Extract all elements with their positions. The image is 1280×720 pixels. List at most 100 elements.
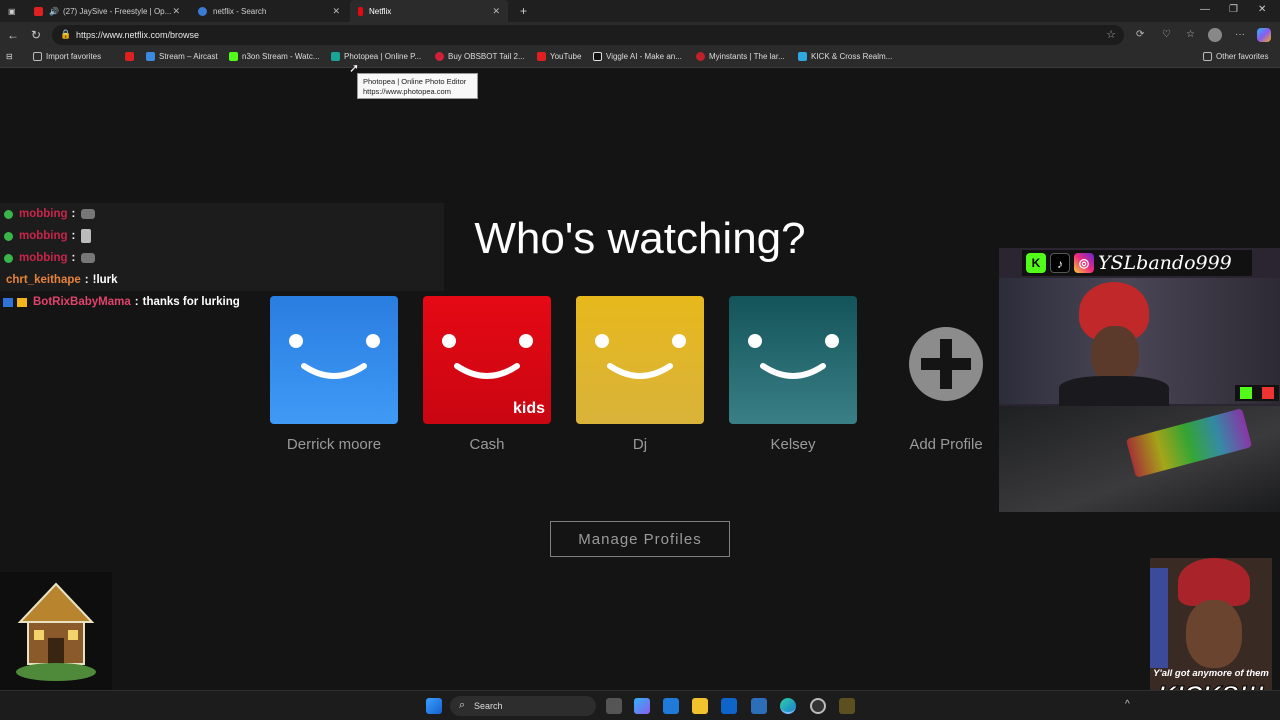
restore-icon[interactable]: ❐ — [1229, 4, 1238, 15]
streamer-name: YSLbando999 — [1098, 252, 1232, 274]
folder-icon — [1203, 52, 1212, 61]
file-explorer-icon[interactable] — [692, 698, 708, 714]
add-profile-tile[interactable] — [882, 296, 1010, 424]
address-bar[interactable]: 🔒 https://www.netflix.com/browse ☆ — [52, 25, 1124, 45]
profile-derrick-moore[interactable]: Derrick moore — [270, 296, 398, 453]
meme-hat-shape — [1178, 558, 1250, 606]
add-profile-button[interactable]: Add Profile — [882, 296, 1010, 453]
profile-avatar[interactable] — [270, 296, 398, 424]
bookmark-import[interactable]: Import favorites — [33, 52, 101, 61]
extension-icon[interactable]: ⟳ — [1136, 29, 1144, 40]
profile-avatar[interactable]: kids — [423, 296, 551, 424]
browser-tab-strip: ▣ 🔊 (27) JaySive - Freestyle | Op... ✕ n… — [0, 0, 1280, 22]
copilot-icon[interactable] — [1257, 28, 1271, 42]
outlook-icon[interactable] — [721, 698, 737, 714]
tab-netflix[interactable]: Netflix ✕ — [350, 0, 508, 22]
url-text[interactable]: https://www.netflix.com/browse — [76, 30, 199, 40]
check-icon — [4, 253, 13, 263]
window-close-icon[interactable]: ✕ — [1258, 4, 1266, 15]
bookmark-menu-icon[interactable]: ⊟ — [6, 52, 13, 61]
person-body-shape — [1059, 376, 1169, 406]
favorite-star-icon[interactable]: ☆ — [1106, 28, 1116, 41]
manage-profiles-button[interactable]: Manage Profiles — [550, 521, 730, 557]
windows-taskbar: ⌕ Search ^ — [0, 690, 1280, 720]
chat-message: mobbing : — [0, 225, 444, 247]
tooltip-url: https://www.photopea.com — [363, 87, 451, 96]
close-icon[interactable]: ✕ — [492, 6, 500, 17]
search-favicon-icon — [198, 6, 207, 16]
chat-separator: : — [71, 208, 76, 220]
bookmark-myinstants[interactable]: Myinstants | The lar... — [696, 52, 785, 61]
taskbar-search[interactable]: ⌕ Search — [450, 696, 596, 716]
sub-badge-icon — [17, 297, 27, 307]
bookmark-aircast[interactable]: Stream – Aircast — [146, 52, 218, 61]
favorites-bar: ⊟ Import favorites Stream – Aircast n3on… — [0, 48, 1280, 68]
chat-message: mobbing : — [0, 203, 444, 225]
webcam-overlay — [999, 248, 1280, 512]
windows-start-icon[interactable] — [426, 698, 442, 714]
profile-cash[interactable]: kids Cash — [423, 296, 551, 453]
profile-name: Cash — [469, 436, 505, 453]
refresh-icon[interactable]: ↻ — [31, 28, 41, 42]
tab-youtube[interactable]: 🔊 (27) JaySive - Freestyle | Op... ✕ — [26, 0, 188, 22]
profile-avatar-icon[interactable] — [1208, 28, 1222, 42]
profile-name: Kelsey — [770, 436, 816, 453]
bookmark-youtube[interactable]: YouTube — [537, 52, 581, 61]
house-logo-icon — [16, 582, 96, 681]
tab-actions-icon[interactable]: ▣ — [0, 0, 24, 22]
browser-essentials-icon[interactable]: ♡ — [1162, 29, 1171, 40]
bookmark-other-favorites[interactable]: Other favorites — [1203, 52, 1268, 61]
tab-label: netflix - Search — [213, 6, 267, 16]
youtube-icon — [537, 52, 546, 61]
chat-username: mobbing — [19, 252, 68, 264]
bookmark-youtube-icon-only[interactable] — [125, 52, 138, 61]
chat-username: mobbing — [19, 208, 68, 220]
bookmark-obsbot[interactable]: Buy OBSBOT Tail 2... — [435, 52, 525, 61]
bookmark-n3on[interactable]: n3on Stream - Watc... — [229, 52, 320, 61]
profile-avatar[interactable] — [729, 296, 857, 424]
obs-icon[interactable] — [810, 698, 826, 714]
kick-icon: K — [1026, 253, 1046, 273]
youtube-icon — [125, 52, 134, 61]
chat-separator: : — [134, 296, 139, 308]
photos-icon[interactable] — [751, 698, 767, 714]
smile-icon — [607, 363, 673, 379]
kick-cross-icon — [798, 52, 807, 61]
address-toolbar: ← ↻ 🔒 https://www.netflix.com/browse ☆ ⟳… — [0, 22, 1280, 48]
meme-caption: Y'all got anymore of them — [1153, 668, 1269, 679]
bookmark-photopea[interactable]: Photopea | Online P... — [331, 52, 421, 61]
app-icon[interactable] — [839, 698, 855, 714]
close-icon[interactable]: ✕ — [172, 6, 180, 17]
chat-separator: : — [71, 252, 76, 264]
back-icon[interactable]: ← — [7, 28, 19, 42]
new-tab-icon[interactable]: + — [512, 0, 535, 22]
profile-kelsey[interactable]: Kelsey — [729, 296, 857, 453]
profile-dj[interactable]: Dj — [576, 296, 704, 453]
edge-icon[interactable] — [780, 698, 796, 714]
kids-badge: kids — [512, 400, 545, 417]
meme-background-shape — [1150, 568, 1168, 668]
profile-avatar[interactable] — [576, 296, 704, 424]
close-icon[interactable]: ✕ — [332, 6, 340, 17]
chevron-up-icon[interactable]: ^ — [1125, 699, 1130, 710]
task-view-icon[interactable] — [606, 698, 622, 714]
kick-icon — [1240, 387, 1252, 399]
store-icon[interactable] — [663, 698, 679, 714]
emote-icon — [81, 253, 96, 263]
bookmark-viggle[interactable]: Viggle AI - Make an... — [593, 52, 682, 61]
chat-separator: : — [84, 274, 89, 286]
plus-icon — [909, 327, 983, 401]
chat-separator: : — [71, 230, 76, 242]
streamer-name-bar: K ♪ ◎ YSLbando999 — [1022, 250, 1252, 276]
favorites-icon[interactable]: ☆ — [1186, 29, 1195, 40]
tab-search[interactable]: netflix - Search ✕ — [190, 0, 348, 22]
chat-username: chrt_keithape — [6, 274, 81, 286]
chat-message: mobbing : — [0, 247, 444, 269]
minimize-icon[interactable]: — — [1200, 4, 1210, 15]
chat-username: mobbing — [19, 230, 68, 242]
bookmark-kick-cross[interactable]: KICK & Cross Realm... — [798, 52, 892, 61]
add-profile-label: Add Profile — [909, 436, 983, 453]
copilot-taskbar-icon[interactable] — [634, 698, 650, 714]
chat-username: BotRixBabyMama — [33, 296, 131, 308]
more-menu-icon[interactable]: ··· — [1235, 29, 1245, 40]
